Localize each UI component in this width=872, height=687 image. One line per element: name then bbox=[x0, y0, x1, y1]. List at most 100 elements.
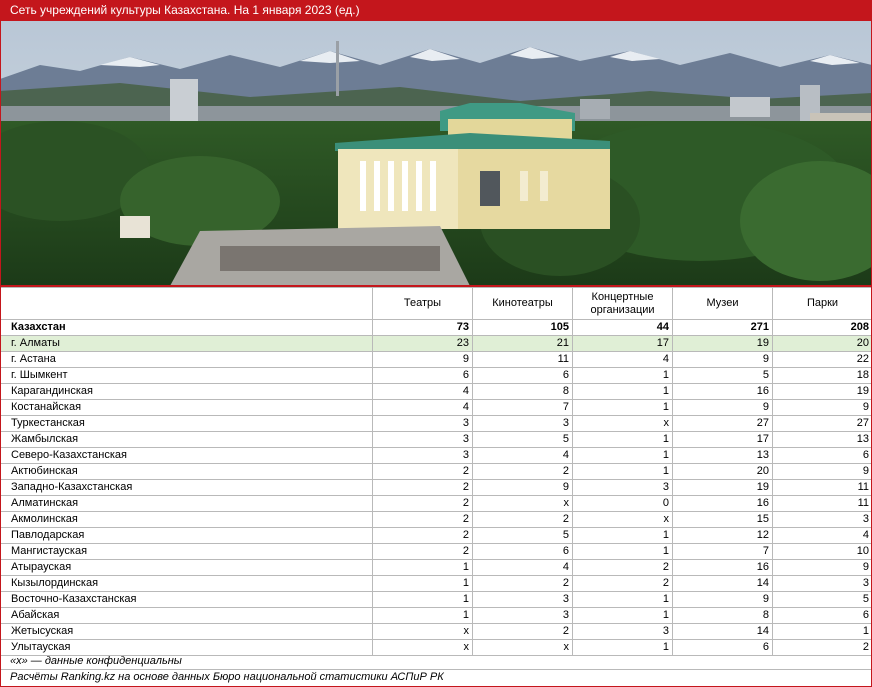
table-row: Жамбылская 3 5 1 17 13 bbox=[0, 431, 872, 448]
value-parks: 9 bbox=[772, 559, 872, 576]
header-theaters: Театры bbox=[372, 287, 473, 320]
value-parks: 20 bbox=[772, 335, 872, 352]
region-name: Абайская bbox=[0, 607, 373, 624]
value-museums: 12 bbox=[672, 527, 773, 544]
value-parks: 19 bbox=[772, 383, 872, 400]
value-concert-orgs: 1 bbox=[572, 591, 673, 608]
region-name: Жамбылская bbox=[0, 431, 373, 448]
value-cinemas: 5 bbox=[472, 527, 573, 544]
value-parks: 22 bbox=[772, 351, 872, 368]
region-name: г. Шымкент bbox=[0, 367, 373, 384]
region-name: г. Астана bbox=[0, 351, 373, 368]
footnote-divider bbox=[0, 669, 872, 670]
value-concert-orgs: 3 bbox=[572, 479, 673, 496]
value-museums: 16 bbox=[672, 495, 773, 512]
value-theaters: 1 bbox=[372, 591, 473, 608]
value-museums: 5 bbox=[672, 367, 773, 384]
value-theaters: 3 bbox=[372, 431, 473, 448]
value-museums: 14 bbox=[672, 575, 773, 592]
value-cinemas: 3 bbox=[472, 607, 573, 624]
value-concert-orgs: 17 bbox=[572, 335, 673, 352]
region-name: Карагандинская bbox=[0, 383, 373, 400]
value-parks: 1 bbox=[772, 623, 872, 640]
value-parks: 2 bbox=[772, 639, 872, 656]
value-theaters: 3 bbox=[372, 447, 473, 464]
table-row: Павлодарская 2 5 1 12 4 bbox=[0, 527, 872, 544]
value-theaters: 73 bbox=[372, 319, 473, 336]
value-concert-orgs: 1 bbox=[572, 399, 673, 416]
value-cinemas: 5 bbox=[472, 431, 573, 448]
table-row: Костанайская 4 7 1 9 9 bbox=[0, 399, 872, 416]
value-theaters: 2 bbox=[372, 479, 473, 496]
table-row: Кызылординская 1 2 2 14 3 bbox=[0, 575, 872, 592]
value-parks: 6 bbox=[772, 607, 872, 624]
region-name: Костанайская bbox=[0, 399, 373, 416]
value-concert-orgs: 1 bbox=[572, 447, 673, 464]
footnote: «x» — данные конфиденциальны bbox=[10, 655, 182, 667]
value-cinemas: 7 bbox=[472, 399, 573, 416]
header-parks: Парки bbox=[772, 287, 872, 320]
value-museums: 20 bbox=[672, 463, 773, 480]
value-cinemas: 2 bbox=[472, 623, 573, 640]
value-cinemas: 2 bbox=[472, 575, 573, 592]
region-name: Акмолинская bbox=[0, 511, 373, 528]
value-concert-orgs: 4 bbox=[572, 351, 673, 368]
value-parks: 9 bbox=[772, 463, 872, 480]
region-name: Кызылординская bbox=[0, 575, 373, 592]
table-row: Актюбинская 2 2 1 20 9 bbox=[0, 463, 872, 480]
value-theaters: 1 bbox=[372, 575, 473, 592]
region-name: Павлодарская bbox=[0, 527, 373, 544]
stats-table: Театры Кинотеатры Концертные организации… bbox=[0, 287, 872, 656]
region-name: Атырауская bbox=[0, 559, 373, 576]
value-parks: 4 bbox=[772, 527, 872, 544]
table-row: г. Шымкент 6 6 1 5 18 bbox=[0, 367, 872, 384]
value-concert-orgs: 1 bbox=[572, 367, 673, 384]
value-concert-orgs: x bbox=[572, 511, 673, 528]
table-row: Карагандинская 4 8 1 16 19 bbox=[0, 383, 872, 400]
value-theaters: 2 bbox=[372, 511, 473, 528]
value-parks: 13 bbox=[772, 431, 872, 448]
value-museums: 9 bbox=[672, 351, 773, 368]
table-body: Казахстан 73 105 44 271 208 г. Алматы 23 2… bbox=[0, 319, 872, 656]
header-museums: Музеи bbox=[672, 287, 773, 320]
value-concert-orgs: 1 bbox=[572, 431, 673, 448]
value-parks: 18 bbox=[772, 367, 872, 384]
value-cinemas: 11 bbox=[472, 351, 573, 368]
value-theaters: 3 bbox=[372, 415, 473, 432]
header-region bbox=[0, 287, 373, 320]
value-concert-orgs: 3 bbox=[572, 623, 673, 640]
region-name: Туркестанская bbox=[0, 415, 373, 432]
value-cinemas: 21 bbox=[472, 335, 573, 352]
value-cinemas: 9 bbox=[472, 479, 573, 496]
value-parks: 6 bbox=[772, 447, 872, 464]
table-row: Западно-Казахстанская 2 9 3 19 11 bbox=[0, 479, 872, 496]
value-museums: 15 bbox=[672, 511, 773, 528]
value-parks: 27 bbox=[772, 415, 872, 432]
value-cinemas: x bbox=[472, 495, 573, 512]
value-theaters: 2 bbox=[372, 495, 473, 512]
value-theaters: 2 bbox=[372, 527, 473, 544]
value-concert-orgs: 1 bbox=[572, 383, 673, 400]
table-row: г. Алматы 23 21 17 19 20 bbox=[0, 335, 872, 352]
region-name: Западно-Казахстанская bbox=[0, 479, 373, 496]
table-row-total: Казахстан 73 105 44 271 208 bbox=[0, 319, 872, 336]
value-theaters: 6 bbox=[372, 367, 473, 384]
value-cinemas: 105 bbox=[472, 319, 573, 336]
value-theaters: 9 bbox=[372, 351, 473, 368]
source-note: Расчёты Ranking.kz на основе данных Бюро… bbox=[10, 671, 444, 683]
value-theaters: 23 bbox=[372, 335, 473, 352]
value-theaters: 4 bbox=[372, 399, 473, 416]
value-parks: 11 bbox=[772, 479, 872, 496]
value-parks: 5 bbox=[772, 591, 872, 608]
value-parks: 208 bbox=[772, 319, 872, 336]
value-museums: 14 bbox=[672, 623, 773, 640]
city-photo bbox=[0, 21, 872, 286]
value-theaters: 1 bbox=[372, 559, 473, 576]
value-concert-orgs: 1 bbox=[572, 527, 673, 544]
region-name: Жетысуская bbox=[0, 623, 373, 640]
value-museums: 8 bbox=[672, 607, 773, 624]
value-cinemas: 3 bbox=[472, 591, 573, 608]
value-theaters: x bbox=[372, 623, 473, 640]
header-concert-orgs: Концертные организации bbox=[572, 287, 673, 320]
value-cinemas: 8 bbox=[472, 383, 573, 400]
